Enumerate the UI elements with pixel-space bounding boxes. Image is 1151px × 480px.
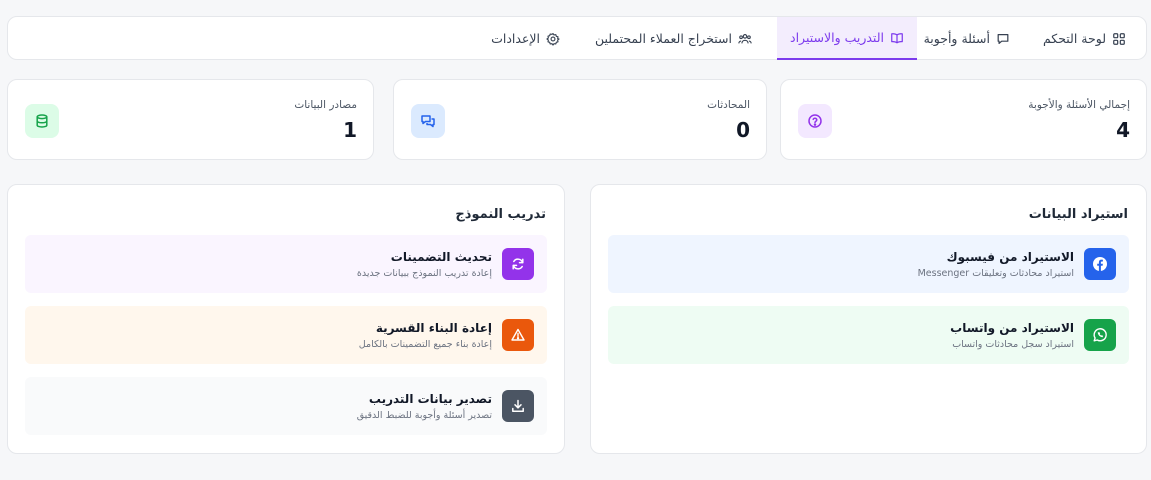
gear-icon: [546, 32, 560, 46]
stat-card-data-sources: مصادر البيانات 1: [7, 79, 374, 160]
panel-title: تدريب النموذج: [455, 207, 546, 222]
tab-label: استخراج العملاء المحتملين: [594, 31, 732, 46]
tab-label: لوحة التحكم: [1042, 31, 1106, 46]
tab-label: التدريب والاستيراد: [790, 30, 884, 45]
question-icon: [808, 114, 822, 128]
row-title: الاستيراد من واتساب: [950, 321, 1074, 335]
tab-settings[interactable]: الإعدادات: [481, 17, 570, 60]
stat-label: المحادثات: [707, 99, 750, 111]
stat-value: 4: [1116, 118, 1130, 142]
stat-card-conversations: المحادثات 0: [393, 79, 767, 160]
row-desc: إعادة تدريب النموذج ببيانات جديدة: [356, 268, 492, 279]
messages-icon: [421, 115, 435, 128]
row-title: إعادة البناء القسرية: [375, 321, 492, 335]
tab-label: الإعدادات: [491, 31, 540, 46]
stat-icon-box: [25, 104, 59, 138]
import-panel: استيراد البيانات الاستيراد من فيسبوك است…: [590, 184, 1147, 454]
row-icon-box: [502, 248, 534, 280]
book-icon: [891, 32, 903, 43]
row-icon-box: [1084, 319, 1116, 351]
tab-label: أسئلة وأجوبة: [923, 31, 990, 46]
tab-dashboard[interactable]: لوحة التحكم: [1033, 17, 1136, 60]
row-icon-box: [502, 319, 534, 351]
warning-icon: [511, 328, 525, 341]
top-nav: لوحة التحكم أسئلة وأجوبة التدريب والاستي…: [7, 16, 1147, 60]
panel-title: استيراد البيانات: [1028, 207, 1128, 222]
tab-lead-extraction[interactable]: استخراج العملاء المحتملين: [585, 17, 762, 60]
stat-card-total-qa: إجمالي الأسئلة والأجوبة 4: [780, 79, 1147, 160]
row-desc: إعادة بناء جميع التضمينات بالكامل: [358, 339, 492, 350]
tab-training-import[interactable]: التدريب والاستيراد: [777, 17, 917, 60]
stat-label: مصادر البيانات: [294, 99, 357, 111]
row-desc: استيراد محادثات وتعليقات Messenger: [917, 268, 1074, 279]
whatsapp-icon: [1093, 328, 1107, 342]
row-title: تصدير بيانات التدريب: [368, 392, 492, 406]
training-panel: تدريب النموذج تحديث التضمينات إعادة تدري…: [7, 184, 565, 454]
stat-label: إجمالي الأسئلة والأجوبة: [1028, 99, 1130, 111]
row-icon-box: [1084, 248, 1116, 280]
grid-icon: [1113, 32, 1125, 45]
tab-qa[interactable]: أسئلة وأجوبة: [914, 17, 1020, 60]
stat-icon-box: [798, 104, 832, 138]
chat-icon: [997, 33, 1009, 44]
users-icon: [738, 33, 752, 43]
import-facebook-button[interactable]: الاستيراد من فيسبوك استيراد محادثات وتعل…: [608, 235, 1129, 293]
stat-icon-box: [411, 104, 445, 138]
stat-value: 0: [736, 118, 750, 142]
row-desc: تصدير أسئلة وأجوبة للضبط الدقيق: [356, 410, 492, 421]
database-icon: [36, 114, 48, 128]
row-title: تحديث التضمينات: [390, 250, 492, 264]
force-rebuild-button[interactable]: إعادة البناء القسرية إعادة بناء جميع الت…: [25, 306, 547, 364]
export-training-data-button[interactable]: تصدير بيانات التدريب تصدير أسئلة وأجوبة …: [25, 377, 547, 435]
import-whatsapp-button[interactable]: الاستيراد من واتساب استيراد سجل محادثات …: [608, 306, 1129, 364]
row-desc: استيراد سجل محادثات واتساب: [952, 339, 1074, 350]
download-icon: [512, 399, 524, 412]
row-title: الاستيراد من فيسبوك: [946, 250, 1074, 264]
facebook-icon: [1093, 257, 1107, 271]
refresh-icon: [512, 258, 524, 270]
stat-value: 1: [343, 118, 357, 142]
update-embeddings-button[interactable]: تحديث التضمينات إعادة تدريب النموذج ببيا…: [25, 235, 547, 293]
row-icon-box: [502, 390, 534, 422]
